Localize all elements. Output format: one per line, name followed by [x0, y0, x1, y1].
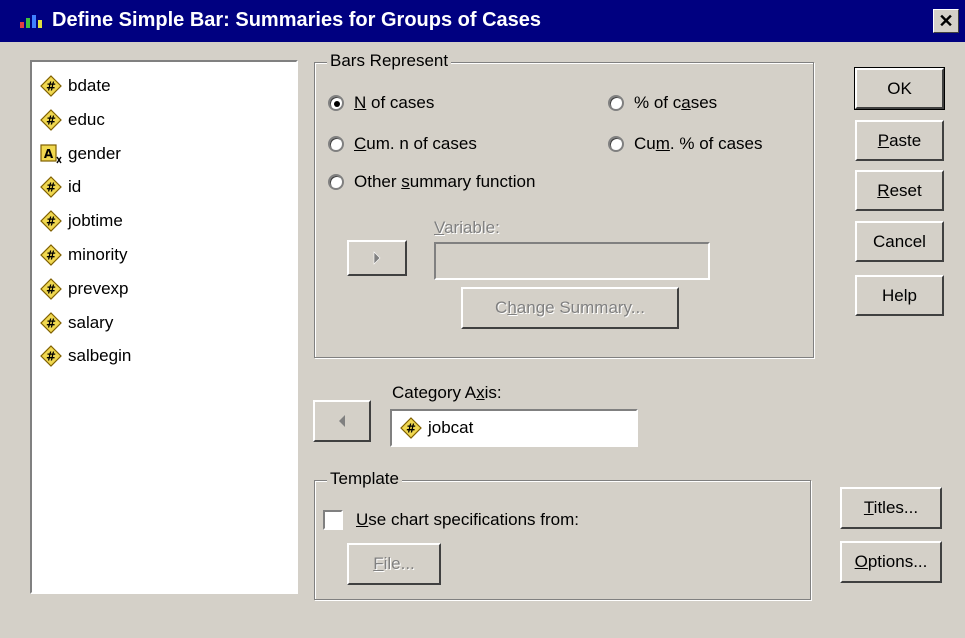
variable-list-item[interactable]: # bdate — [40, 74, 111, 98]
options-label: Options... — [854, 552, 928, 571]
variable-name: id — [68, 177, 82, 197]
window-title: Define Simple Bar: Summaries for Groups … — [52, 9, 542, 31]
reset-button[interactable]: Reset — [855, 170, 944, 211]
svg-text:#: # — [46, 80, 56, 94]
svg-text:#: # — [46, 113, 56, 127]
variable-list-item[interactable]: # id — [40, 175, 81, 199]
ok-button[interactable]: OK — [854, 67, 945, 110]
svg-text:#: # — [46, 249, 56, 263]
help-label: Help — [882, 285, 917, 305]
use-chart-spec-checkbox[interactable] — [323, 510, 343, 530]
svg-text:#: # — [406, 422, 416, 436]
ok-label: OK — [887, 78, 912, 98]
variable-list-item[interactable]: # jobtime — [40, 209, 123, 233]
radio-selected-dot — [334, 101, 340, 107]
svg-text:#: # — [46, 181, 56, 195]
move-to-category-axis-button[interactable] — [313, 400, 371, 442]
bars-represent-label: Bars Represent — [327, 51, 452, 71]
radio-cum-n-of-cases[interactable]: Cum. n of cases — [328, 134, 477, 154]
title-bar: Define Simple Bar: Summaries for Groups … — [0, 0, 965, 42]
arrow-right-icon — [373, 251, 381, 265]
arrow-left-icon — [339, 415, 345, 427]
file-button-label: File... — [373, 554, 415, 573]
close-button[interactable]: ✕ — [933, 9, 959, 33]
move-to-variable-button[interactable] — [347, 240, 407, 276]
numeric-variable-icon: # — [40, 75, 62, 97]
paste-label: Paste — [877, 130, 922, 150]
variable-list-item[interactable]: # minority — [40, 243, 128, 267]
variable-name: jobtime — [68, 211, 123, 231]
file-button[interactable]: File... — [347, 543, 441, 585]
numeric-variable-icon: # — [40, 244, 62, 266]
radio-n-of-cases[interactable]: N of cases — [328, 93, 434, 113]
variable-name: educ — [68, 109, 105, 129]
radio-pct-of-cases[interactable]: % of cases — [608, 93, 717, 113]
variable-list-item[interactable]: # prevexp — [40, 277, 128, 301]
category-axis-label: Category Axis: — [392, 383, 502, 402]
string-variable-icon: A — [40, 143, 62, 163]
numeric-variable-icon: # — [40, 345, 62, 368]
variable-list-item[interactable]: # salary — [40, 311, 113, 335]
variable-name: bdate — [68, 76, 111, 95]
category-axis-field[interactable]: # jobcat — [390, 409, 638, 447]
radio-circle — [328, 174, 344, 190]
numeric-variable-icon: # — [40, 176, 62, 199]
variable-name: salary — [68, 312, 114, 332]
variable-label: Variable: — [434, 218, 500, 237]
change-summary-button[interactable]: Change Summary... — [461, 287, 679, 329]
radio-circle — [608, 136, 624, 152]
change-summary-label: Change Summary... — [495, 298, 645, 317]
radio-label: Cum. % of cases — [634, 134, 763, 153]
cancel-label: Cancel — [873, 231, 926, 251]
paste-button[interactable]: Paste — [855, 120, 944, 161]
radio-label: Other summary function — [354, 172, 536, 191]
radio-circle — [328, 136, 344, 152]
reset-label: Reset — [877, 180, 922, 200]
radio-other-summary[interactable]: Other summary function — [328, 172, 535, 192]
svg-text:#: # — [46, 282, 56, 296]
use-chart-spec-label: Use chart specifications from: — [356, 510, 579, 529]
radio-circle — [608, 95, 624, 111]
radio-cum-pct-of-cases[interactable]: Cum. % of cases — [608, 134, 763, 154]
radio-label: N of cases — [354, 93, 435, 112]
variable-name: prevexp — [68, 278, 129, 298]
close-icon: ✕ — [938, 11, 954, 31]
variable-name: minority — [68, 245, 128, 264]
variable-name: gender — [68, 143, 121, 163]
help-button[interactable]: Help — [855, 275, 944, 316]
svg-text:#: # — [46, 316, 56, 330]
options-button[interactable]: Options... — [840, 541, 942, 583]
titles-button[interactable]: Titles... — [840, 487, 942, 529]
radio-label: Cum. n of cases — [354, 134, 477, 153]
radio-circle — [328, 95, 344, 111]
radio-label: % of cases — [634, 93, 718, 112]
source-variable-list[interactable]: # bdate # educ Agender # id # jobtime # minority # p… — [30, 60, 298, 594]
svg-text:#: # — [46, 350, 56, 364]
numeric-variable-icon: # — [40, 108, 62, 131]
chart-app-icon — [20, 15, 42, 28]
variable-list-item[interactable]: # salbegin — [40, 344, 131, 368]
template-label: Template — [327, 469, 402, 489]
numeric-variable-icon: # — [400, 417, 422, 439]
cancel-button[interactable]: Cancel — [855, 221, 944, 262]
variable-list-item[interactable]: Agender — [40, 142, 121, 166]
svg-text:A: A — [44, 147, 54, 161]
svg-text:#: # — [46, 215, 56, 229]
titles-label: Titles... — [863, 498, 919, 517]
numeric-variable-icon: # — [40, 210, 62, 233]
variable-field[interactable] — [434, 242, 710, 280]
numeric-variable-icon: # — [40, 311, 62, 334]
variable-list-item[interactable]: # educ — [40, 108, 105, 132]
numeric-variable-icon: # — [40, 277, 62, 300]
category-axis-value: jobcat — [428, 418, 474, 437]
variable-name: salbegin — [68, 346, 132, 366]
